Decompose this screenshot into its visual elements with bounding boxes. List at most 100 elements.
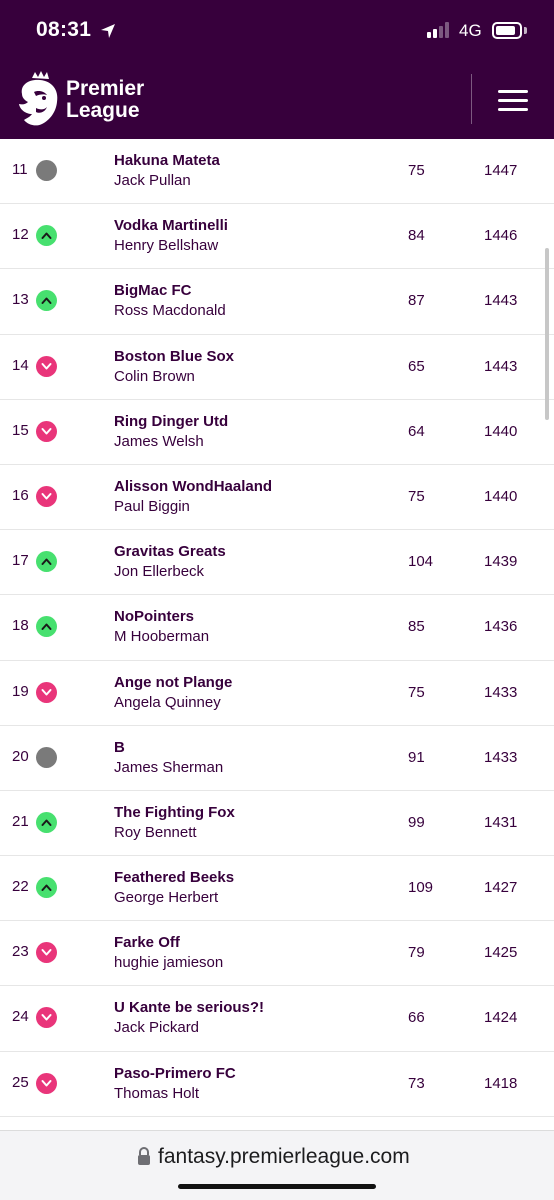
table-row[interactable]: 22 Feathered Beeks George Herbert 109 1427 bbox=[0, 856, 554, 922]
gameweek-points: 87 bbox=[408, 292, 425, 310]
team-name[interactable]: Boston Blue Sox bbox=[114, 348, 234, 365]
table-row[interactable]: 11 Hakuna Mateta Jack Pullan 75 1447 bbox=[0, 139, 554, 205]
hamburger-menu-button[interactable] bbox=[490, 86, 534, 116]
site-header: Premier League bbox=[0, 62, 554, 139]
manager-name: Henry Bellshaw bbox=[114, 237, 219, 255]
total-points: 1425 bbox=[484, 944, 518, 962]
premier-league-lion-logo-icon[interactable] bbox=[14, 70, 62, 128]
brand-line-1: Premier bbox=[66, 77, 145, 100]
table-row[interactable]: 19 Ange not Plange Angela Quinney 75 1433 bbox=[0, 661, 554, 726]
rank-up-chevron-icon bbox=[36, 551, 57, 573]
rank-down-chevron-icon bbox=[36, 420, 57, 442]
team-name[interactable]: NoPointers bbox=[114, 608, 194, 625]
manager-name: Jack Pullan bbox=[114, 172, 191, 189]
gameweek-points: 79 bbox=[408, 944, 425, 962]
total-points: 1443 bbox=[484, 357, 518, 375]
scrollbar[interactable] bbox=[545, 248, 549, 420]
brand-line-2: League bbox=[66, 99, 140, 122]
total-points: 1436 bbox=[484, 618, 518, 636]
total-points: 1447 bbox=[484, 162, 518, 179]
rank-number: 20 bbox=[12, 747, 29, 765]
battery-level bbox=[496, 26, 515, 35]
table-row[interactable]: 16 Alisson WondHaaland Paul Biggin 75 1440 bbox=[0, 465, 554, 531]
total-points: 1440 bbox=[484, 487, 518, 505]
manager-name: Jon Ellerbeck bbox=[114, 563, 205, 581]
team-name[interactable]: Feathered Beeks bbox=[114, 869, 234, 886]
rank-number: 11 bbox=[12, 161, 28, 178]
league-standings-table: 11 Hakuna Mateta Jack Pullan 75 1447 12 Vodka … bbox=[0, 139, 554, 1117]
team-name[interactable]: BigMac FC bbox=[114, 282, 192, 299]
gameweek-points: 91 bbox=[408, 748, 425, 766]
gameweek-points: 75 bbox=[408, 683, 425, 701]
url-text[interactable]: fantasy.premierleague.com bbox=[158, 1145, 410, 1169]
table-row[interactable]: 13 BigMac FC Ross Macdonald 87 1443 bbox=[0, 269, 554, 335]
gameweek-points: 75 bbox=[408, 162, 425, 179]
team-name[interactable]: Paso-Primero FC bbox=[114, 1065, 236, 1082]
team-name[interactable]: Ange not Plange bbox=[114, 674, 232, 691]
total-points: 1431 bbox=[484, 813, 518, 831]
lock-icon bbox=[138, 1147, 150, 1165]
table-row[interactable]: 21 The Fighting Fox Roy Bennett 99 1431 bbox=[0, 791, 554, 857]
table-row[interactable]: 18 NoPointers M Hooberman 85 1436 bbox=[0, 595, 554, 661]
gameweek-points: 75 bbox=[408, 487, 425, 505]
team-name[interactable]: The Fighting Fox bbox=[114, 804, 235, 821]
table-row[interactable]: 12 Vodka Martinelli Henry Bellshaw 84 1446 bbox=[0, 204, 554, 270]
manager-name: Jack Pickard bbox=[114, 1019, 200, 1037]
battery-icon bbox=[492, 22, 522, 39]
rank-down-chevron-icon bbox=[36, 1072, 57, 1094]
team-name[interactable]: Hakuna Mateta bbox=[114, 152, 220, 169]
manager-name: Angela Quinney bbox=[114, 693, 221, 711]
rank-number: 25 bbox=[12, 1073, 29, 1091]
team-name[interactable]: Alisson WondHaaland bbox=[114, 478, 272, 495]
total-points: 1443 bbox=[484, 292, 518, 310]
table-row[interactable]: 20 B James Sherman 91 1433 bbox=[0, 726, 554, 791]
premier-league-wordmark[interactable]: Premier League bbox=[66, 78, 144, 122]
manager-name: Paul Biggin bbox=[114, 497, 190, 515]
team-name[interactable]: Ring Dinger Utd bbox=[114, 413, 228, 430]
rank-down-chevron-icon bbox=[36, 1007, 57, 1029]
battery-tip bbox=[524, 27, 527, 34]
gameweek-points: 109 bbox=[408, 879, 434, 897]
gameweek-points: 85 bbox=[408, 618, 425, 636]
browser-address-bar[interactable]: fantasy.premierleague.com bbox=[0, 1130, 554, 1200]
rank-number: 13 bbox=[12, 291, 29, 309]
location-arrow-icon bbox=[101, 24, 115, 38]
rank-number: 19 bbox=[12, 682, 29, 700]
rank-up-chevron-icon bbox=[36, 225, 57, 247]
team-name[interactable]: B bbox=[114, 739, 125, 756]
team-name[interactable]: Farke Off bbox=[114, 934, 180, 951]
rank-number: 21 bbox=[12, 812, 29, 830]
total-points: 1446 bbox=[484, 227, 518, 245]
total-points: 1433 bbox=[484, 748, 518, 766]
team-name[interactable]: U Kante be serious?! bbox=[114, 999, 264, 1016]
total-points: 1440 bbox=[484, 422, 518, 440]
team-name[interactable]: Gravitas Greats bbox=[114, 543, 226, 560]
table-row[interactable]: 25 Paso-Primero FC Thomas Holt 73 1418 bbox=[0, 1052, 554, 1117]
rank-down-chevron-icon bbox=[36, 355, 57, 377]
rank-up-chevron-icon bbox=[36, 811, 57, 833]
team-name[interactable]: Vodka Martinelli bbox=[114, 217, 228, 234]
manager-name: James Welsh bbox=[114, 432, 204, 450]
rank-unchanged-icon bbox=[36, 746, 57, 768]
rank-up-chevron-icon bbox=[36, 877, 57, 899]
table-row[interactable]: 14 Boston Blue Sox Colin Brown 65 1443 bbox=[0, 335, 554, 400]
rank-number: 17 bbox=[12, 552, 29, 570]
total-points: 1439 bbox=[484, 553, 518, 571]
manager-name: M Hooberman bbox=[114, 628, 210, 646]
rank-number: 14 bbox=[12, 356, 29, 374]
manager-name: hughie jamieson bbox=[114, 954, 224, 972]
total-points: 1424 bbox=[484, 1009, 518, 1027]
network-type: 4G bbox=[459, 21, 482, 40]
rank-number: 22 bbox=[12, 878, 29, 896]
manager-name: Ross Macdonald bbox=[114, 302, 226, 320]
manager-name: George Herbert bbox=[114, 889, 219, 907]
status-time: 08:31 bbox=[36, 18, 92, 41]
table-row[interactable]: 15 Ring Dinger Utd James Welsh 64 1440 bbox=[0, 400, 554, 465]
table-row[interactable]: 23 Farke Off hughie jamieson 79 1425 bbox=[0, 921, 554, 987]
table-row[interactable]: 17 Gravitas Greats Jon Ellerbeck 104 1439 bbox=[0, 530, 554, 596]
gameweek-points: 64 bbox=[408, 422, 425, 440]
table-row[interactable]: 24 U Kante be serious?! Jack Pickard 66 1424 bbox=[0, 986, 554, 1052]
hamburger-menu-icon bbox=[498, 108, 528, 111]
home-indicator[interactable] bbox=[178, 1184, 376, 1189]
total-points: 1433 bbox=[484, 683, 518, 701]
